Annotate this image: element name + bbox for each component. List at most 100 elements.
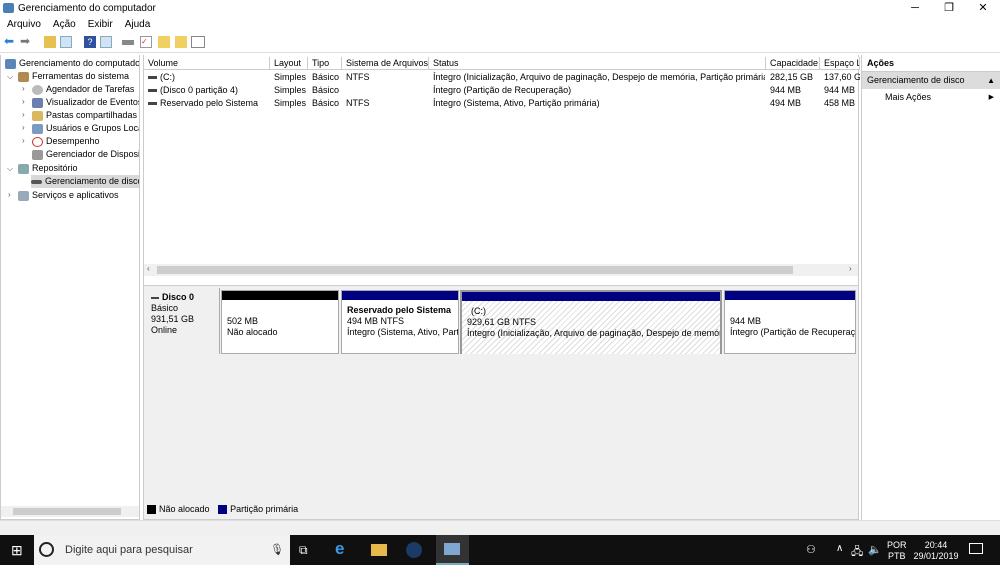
computer-icon (5, 58, 16, 69)
export-icon[interactable] (158, 36, 170, 48)
cell-free: 944 MB (824, 85, 856, 95)
chevron-right-icon[interactable]: › (22, 110, 25, 119)
connect-drive-icon[interactable] (122, 40, 134, 45)
file-explorer-icon[interactable] (371, 544, 387, 556)
cell-type: Básico (312, 72, 340, 82)
tree-storage[interactable]: Repositório (18, 162, 78, 175)
scrollbar-thumb[interactable] (157, 266, 793, 274)
table-row[interactable]: Reservado pelo Sistema Simples Básico NT… (144, 97, 860, 110)
input-language[interactable]: POR PTB (887, 540, 907, 562)
computer-management-icon (3, 3, 14, 13)
status-bar (0, 520, 1000, 535)
column-type[interactable]: Tipo (308, 57, 342, 70)
menu-arquivo[interactable]: Arquivo (0, 17, 46, 30)
disk-info[interactable]: Disco 0 Básico 931,51 GB Online (146, 288, 220, 354)
tree-shared-folders[interactable]: Pastas compartilhadas (32, 109, 137, 122)
checklist-icon[interactable]: ✓ (140, 36, 152, 48)
computer-management-taskbar-button[interactable] (436, 535, 469, 565)
partition-bar (725, 291, 855, 300)
column-filesystem[interactable]: Sistema de Arquivos (342, 57, 429, 70)
windows-start-icon[interactable]: ⊞ (11, 542, 23, 559)
menu-ajuda[interactable]: Ajuda (118, 17, 156, 30)
properties-icon[interactable] (191, 36, 205, 48)
tree-event-viewer[interactable]: Visualizador de Eventos (32, 96, 139, 109)
column-status[interactable]: Status (429, 57, 766, 70)
table-horizontal-scrollbar[interactable]: ‹ › (144, 264, 858, 276)
chevron-down-icon[interactable]: ⌵ (7, 72, 13, 82)
tree-users-groups[interactable]: Usuários e Grupos Loca (32, 122, 139, 135)
network-icon[interactable]: 🖧 (851, 543, 863, 562)
tree-label: Gerenciador de Disposit (46, 149, 140, 159)
partition-system-reserved[interactable]: Reservado pelo Sistema 494 MB NTFS Íntegro… (341, 290, 459, 354)
scroll-right-icon[interactable]: › (849, 264, 852, 273)
collapse-icon[interactable]: ▲ (987, 72, 995, 89)
partition-bar (222, 291, 338, 300)
cell-layout: Simples (274, 85, 307, 95)
tree-horizontal-scrollbar[interactable] (1, 506, 139, 517)
show-hidden-icons[interactable]: ∧ (836, 543, 843, 554)
search-placeholder: Digite aqui para pesquisar (65, 544, 193, 556)
more-actions[interactable]: Mais Ações ▶ (862, 89, 1000, 106)
partition-c[interactable]: (C:) 929,61 GB NTFS Íntegro (Inicialização… (460, 290, 722, 354)
forward-icon[interactable]: ➡ (20, 35, 32, 48)
cell-free: 137,60 G (824, 72, 860, 82)
chevron-down-icon[interactable]: ⌵ (7, 164, 13, 174)
taskbar-search[interactable]: Digite aqui para pesquisar 🎙 (34, 535, 290, 565)
chevron-right-icon[interactable]: › (22, 97, 25, 106)
cell-volume: (C:) (160, 72, 175, 82)
chevron-right-icon[interactable]: › (8, 190, 11, 199)
legend-label: Partição primária (230, 504, 299, 514)
show-action-pane-icon[interactable] (100, 36, 112, 48)
tree-device-manager[interactable]: Gerenciador de Disposit (32, 148, 140, 161)
minimize-button[interactable]: ─ (898, 0, 932, 17)
tree-disk-management[interactable]: Gerenciamento de disco (31, 175, 140, 188)
tree-system-tools[interactable]: Ferramentas do sistema (18, 70, 129, 83)
maximize-button[interactable]: ❐ (932, 0, 966, 17)
cell-status: Íntegro (Partição de Recuperação) (433, 85, 572, 95)
close-button[interactable]: ✕ (966, 0, 1000, 17)
tree-performance[interactable]: Desempenho (32, 135, 100, 148)
steam-icon[interactable] (406, 542, 422, 558)
scroll-left-icon[interactable]: ‹ (147, 264, 150, 273)
microphone-icon[interactable]: 🎙 (270, 543, 284, 556)
tree-label: Serviços e aplicativos (32, 190, 119, 200)
notifications-icon[interactable] (969, 543, 983, 554)
tree-services-apps[interactable]: Serviços e aplicativos (18, 189, 119, 202)
scrollbar-thumb[interactable] (13, 508, 121, 515)
cell-type: Básico (312, 85, 340, 95)
more-actions-label: Mais Ações (885, 92, 932, 102)
volume-icon[interactable]: 🔈 (868, 543, 882, 556)
help-icon[interactable]: ? (84, 36, 96, 48)
column-volume[interactable]: Volume (144, 57, 270, 70)
column-capacity[interactable]: Capacidade (766, 57, 820, 70)
tree-task-scheduler[interactable]: Agendador de Tarefas (32, 83, 134, 96)
table-row[interactable]: (C:) Simples Básico NTFS Íntegro (Inicia… (144, 71, 860, 84)
partition-unallocated[interactable]: 502 MB Não alocado (221, 290, 339, 354)
cell-free: 458 MB (824, 98, 856, 108)
back-icon[interactable]: ⬅ (4, 35, 16, 48)
menu-exibir[interactable]: Exibir (81, 17, 118, 30)
window-title: Gerenciamento do computador (18, 3, 156, 14)
chevron-right-icon[interactable]: › (22, 136, 25, 145)
people-icon[interactable]: ⚇ (806, 543, 816, 556)
table-row[interactable]: (Disco 0 partição 4) Simples Básico Ínte… (144, 84, 860, 97)
partition-recovery[interactable]: 944 MB Íntegro (Partição de Recuperaçã (724, 290, 856, 354)
edge-icon[interactable]: e (335, 539, 344, 559)
show-hide-tree-icon[interactable] (60, 36, 72, 48)
actions-section-disk-management[interactable]: Gerenciamento de disco ▲ (862, 72, 1000, 89)
clock[interactable]: 20:44 29/01/2019 (912, 540, 960, 562)
tree-label: Gerenciamento de disco (45, 176, 140, 186)
column-layout[interactable]: Layout (270, 57, 308, 70)
up-folder-icon[interactable] (44, 36, 56, 48)
menu-acao[interactable]: Ação (46, 17, 81, 30)
chevron-right-icon[interactable]: › (22, 84, 25, 93)
search-folder-icon[interactable] (175, 36, 187, 48)
cell-filesystem: NTFS (346, 72, 370, 82)
task-view-icon[interactable]: ⧉ (299, 543, 308, 558)
chevron-right-icon[interactable]: › (22, 123, 25, 132)
cortana-icon (39, 542, 54, 557)
tree-root[interactable]: Gerenciamento do computado (5, 57, 139, 70)
table-header: Volume Layout Tipo Sistema de Arquivos S… (144, 57, 860, 70)
partition-title: Reservado pelo Sistema (347, 305, 452, 315)
column-free-space[interactable]: Espaço L (820, 57, 860, 70)
